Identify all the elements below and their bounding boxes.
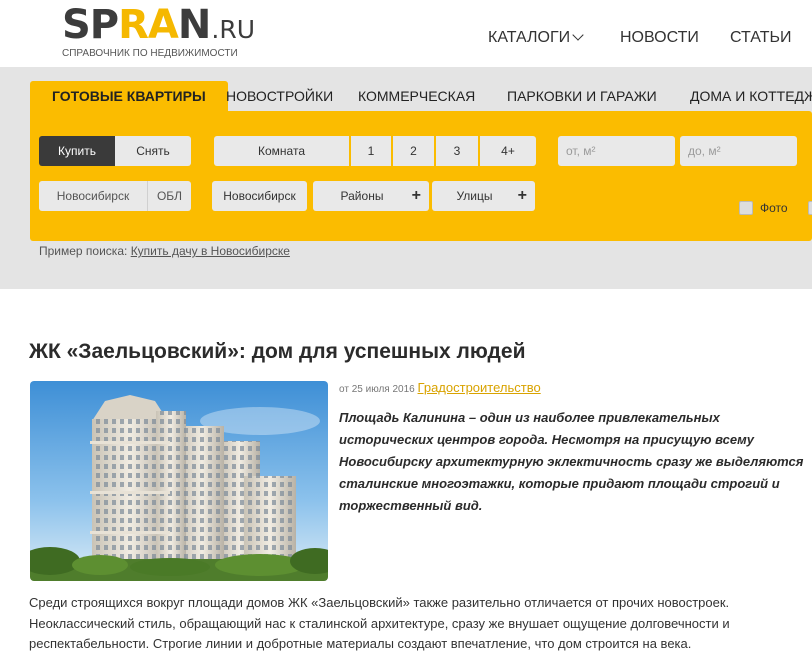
rooms-2-button[interactable]: 2 (393, 136, 434, 166)
plus-icon: + (517, 187, 527, 204)
districts-button[interactable]: Районы + (313, 181, 429, 211)
room-button[interactable]: Комната (214, 136, 349, 166)
region-button[interactable]: ОБЛ (147, 181, 191, 211)
category-tabs: ГОТОВЫЕ КВАРТИРЫ НОВОСТРОЙКИ КОММЕРЧЕСКА… (30, 81, 812, 111)
search-example-link[interactable]: Купить дачу в Новосибирске (131, 244, 290, 258)
article-lead: Площадь Калинина – один из наиболее прив… (339, 410, 804, 513)
city-filter-button[interactable]: Новосибирск (212, 181, 307, 211)
article-meta: от 25 июля 2016 Градостроительство (339, 380, 541, 395)
logo[interactable]: SPRAN.RU СПРАВОЧНИК ПО НЕДВИЖИМОСТИ (62, 3, 255, 59)
city-select[interactable]: Новосибирск (39, 181, 147, 211)
tab-parking-garages[interactable]: ПАРКОВКИ И ГАРАЖИ (507, 81, 657, 111)
article-category-link[interactable]: Градостроительство (418, 380, 541, 395)
rooms-1-button[interactable]: 1 (351, 136, 391, 166)
search-panel: Купить Снять Комната 1 2 3 4+ от, м² до,… (30, 111, 812, 241)
logo-wordmark: SPRAN.RU (62, 2, 255, 48)
site-header: SPRAN.RU СПРАВОЧНИК ПО НЕДВИЖИМОСТИ КАТА… (0, 0, 812, 67)
search-section: ГОТОВЫЕ КВАРТИРЫ НОВОСТРОЙКИ КОММЕРЧЕСКА… (0, 67, 812, 289)
streets-label: Улицы (456, 189, 493, 203)
chevron-down-icon (572, 29, 584, 41)
search-example: Пример поиска: Купить дачу в Новосибирск… (39, 244, 290, 258)
article-title[interactable]: ЖК «Заельцовский»: дом для успешных люде… (29, 340, 525, 364)
building-illustration (30, 381, 328, 581)
article-photo[interactable] (30, 381, 328, 581)
plus-icon: + (411, 187, 421, 204)
buy-button[interactable]: Купить (39, 136, 115, 166)
search-example-label: Пример поиска: (39, 244, 128, 258)
area-from-input[interactable]: от, м² (558, 136, 675, 166)
nav-articles[interactable]: СТАТЬИ (730, 29, 791, 47)
article-date: от 25 июля 2016 (339, 384, 415, 395)
tab-ready-apartments[interactable]: ГОТОВЫЕ КВАРТИРЫ (30, 81, 228, 111)
nav-catalogs-label: КАТАЛОГИ (488, 29, 571, 46)
streets-button[interactable]: Улицы + (432, 181, 535, 211)
article-body: Среди строящихся вокруг площади домов ЖК… (29, 595, 730, 651)
photo-checkbox[interactable] (739, 201, 753, 215)
photo-checkbox-label: Фото (760, 201, 788, 215)
districts-label: Районы (340, 189, 384, 203)
logo-tagline: СПРАВОЧНИК ПО НЕДВИЖИМОСТИ (62, 48, 238, 59)
rooms-4plus-button[interactable]: 4+ (480, 136, 536, 166)
area-to-input[interactable]: до, м² (680, 136, 797, 166)
tab-commercial[interactable]: КОММЕРЧЕСКАЯ (358, 81, 475, 111)
tab-houses-cottages[interactable]: ДОМА И КОТТЕДЖИ (690, 81, 812, 111)
nav-news[interactable]: НОВОСТИ (620, 29, 699, 47)
checkbox[interactable] (808, 201, 812, 215)
rooms-3-button[interactable]: 3 (436, 136, 478, 166)
rent-button[interactable]: Снять (115, 136, 191, 166)
nav-catalogs[interactable]: КАТАЛОГИ (488, 29, 584, 47)
tab-new-buildings[interactable]: НОВОСТРОЙКИ (226, 81, 333, 111)
